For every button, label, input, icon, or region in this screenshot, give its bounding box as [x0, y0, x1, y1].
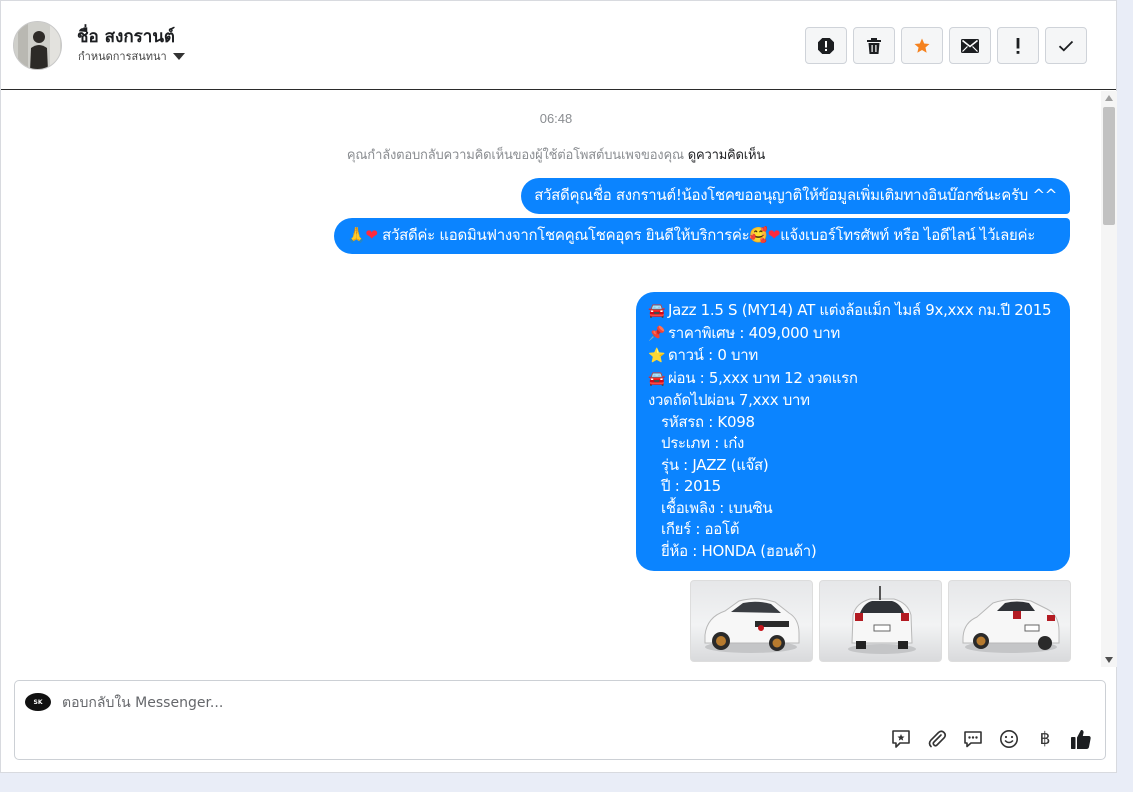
- payment-button[interactable]: ฿: [1033, 727, 1057, 751]
- car-brand: ยี่ห้อ : HONDA (ฮอนด้า): [661, 541, 817, 560]
- pushpin-emoji: 📌: [648, 325, 666, 342]
- conversation-header: ชื่อ สงกรานต์ กำหนดการสนทนา: [1, 1, 1116, 90]
- delete-button[interactable]: [853, 27, 895, 64]
- car-model: รุ่น : JAZZ (แจ๊ส): [661, 455, 769, 474]
- assign-label: กำหนดการสนทนา: [78, 50, 167, 63]
- car-emoji: 🚘: [648, 370, 666, 387]
- car-fuel: เชื้อเพลิง : เบนซิน: [661, 498, 773, 517]
- car-emoji: 🚘: [648, 303, 666, 319]
- baht-icon: ฿: [1039, 729, 1051, 749]
- car-price: ราคาพิเศษ : 409,000 บาท: [668, 323, 840, 342]
- contact-avatar[interactable]: [13, 21, 62, 70]
- star-icon: [914, 38, 930, 53]
- thumbs-up-icon: [1071, 729, 1091, 749]
- page-logo: SK: [25, 693, 51, 711]
- car-title: Jazz 1.5 S (MY14) AT แต่งล้อแม็ก ไมล์ 9x…: [668, 301, 1052, 319]
- spam-button[interactable]: [805, 27, 847, 64]
- check-icon: [1058, 40, 1074, 52]
- star-emoji: ⭐: [648, 348, 666, 364]
- alert-circle-icon: [818, 37, 834, 54]
- attach-button[interactable]: [925, 727, 949, 751]
- outgoing-message: สวัสดีคุณชื่อ สงกรานต์!น้องโชคขออนุญาติใ…: [521, 178, 1070, 214]
- exclamation-icon: [1016, 37, 1020, 54]
- saved-reply-icon: [892, 730, 910, 748]
- conversation-toolbar: [805, 27, 1087, 64]
- assign-conversation-dropdown[interactable]: กำหนดการสนทนา: [78, 47, 185, 65]
- outgoing-message-car-details: 🚘 Jazz 1.5 S (MY14) AT แต่งล้อแม็ก ไมล์ 9…: [636, 292, 1070, 571]
- star-button[interactable]: [901, 27, 943, 64]
- notice-text: คุณกำลังตอบกลับความคิดเห็นของผู้ใช้ต่อโพ…: [346, 148, 684, 163]
- mark-unread-button[interactable]: [949, 27, 991, 64]
- smiley-icon: [1000, 730, 1018, 748]
- inbox-panel: ชื่อ สงกรานต์ กำหนดการสนทนา 06:48 คุณกำล…: [0, 0, 1117, 773]
- envelope-icon: [961, 38, 979, 53]
- reply-input[interactable]: [62, 693, 862, 713]
- photo-attachments: [690, 580, 1071, 662]
- pray-emoji: 🙏: [347, 226, 366, 244]
- heart-emoji: ❤: [767, 226, 781, 244]
- car-installment: ผ่อน : 5,xxx บาท 12 งวดแรก: [668, 368, 858, 387]
- heart-emoji: ❤: [365, 226, 378, 244]
- scroll-down-arrow-icon[interactable]: [1105, 657, 1113, 663]
- message-text: แจ้งเบอร์โทรศัพท์ หรือ ไอดีไลน์ ไว้เลยค่…: [780, 226, 1035, 244]
- speech-bubbles-icon: [964, 731, 982, 748]
- white-car-rear-angle-photo[interactable]: [948, 580, 1071, 662]
- caret-down-icon: [172, 52, 185, 60]
- mark-done-button[interactable]: [1045, 27, 1087, 64]
- car-down-payment: ดาวน์ : 0 บาท: [668, 346, 758, 364]
- follow-up-button[interactable]: [997, 27, 1039, 64]
- saved-reply-button[interactable]: [889, 727, 913, 751]
- paperclip-icon: [928, 730, 947, 748]
- white-car-front-photo[interactable]: [690, 580, 813, 662]
- composer-tools: ฿: [889, 727, 1093, 751]
- smiling-hearts-emoji: 🥰: [749, 226, 768, 244]
- view-comment-link[interactable]: ดูความคิดเห็น: [688, 148, 766, 163]
- scroll-up-arrow-icon[interactable]: [1105, 95, 1113, 101]
- car-year: ปี : 2015: [661, 477, 721, 495]
- message-thread[interactable]: 06:48 คุณกำลังตอบกลับความคิดเห็นของผู้ใช…: [1, 91, 1101, 669]
- quick-reply-button[interactable]: [961, 727, 985, 751]
- car-next-installment: งวดถัดไปผ่อน 7,xxx บาท: [648, 391, 810, 409]
- message-timestamp: 06:48: [539, 111, 573, 126]
- thread-scrollbar[interactable]: [1101, 91, 1117, 667]
- car-type: ประเภท : เก๋ง: [661, 434, 745, 452]
- white-car-rear-photo[interactable]: [819, 580, 942, 662]
- message-text: สวัสดีค่ะ แอดมินฟางจากโชคคูณโชคอุดร ยินด…: [382, 226, 750, 244]
- like-button[interactable]: [1069, 727, 1093, 751]
- car-code: รหัสรถ : K098: [661, 412, 755, 431]
- comment-reply-notice: คุณกำลังตอบกลับความคิดเห็นของผู้ใช้ต่อโพ…: [1, 144, 1101, 165]
- reply-composer: SK ตอบกลับใน Messenger... ฿: [14, 680, 1106, 760]
- emoji-button[interactable]: [997, 727, 1021, 751]
- outgoing-message: 🙏❤ สวัสดีค่ะ แอดมินฟางจากโชคคูณโชคอุดร ย…: [334, 218, 1070, 254]
- car-gear: เกียร์ : ออโต้: [661, 520, 740, 538]
- contact-name: ชื่อ สงกรานต์: [77, 27, 175, 47]
- trash-icon: [867, 37, 881, 54]
- scrollbar-thumb[interactable]: [1103, 107, 1115, 225]
